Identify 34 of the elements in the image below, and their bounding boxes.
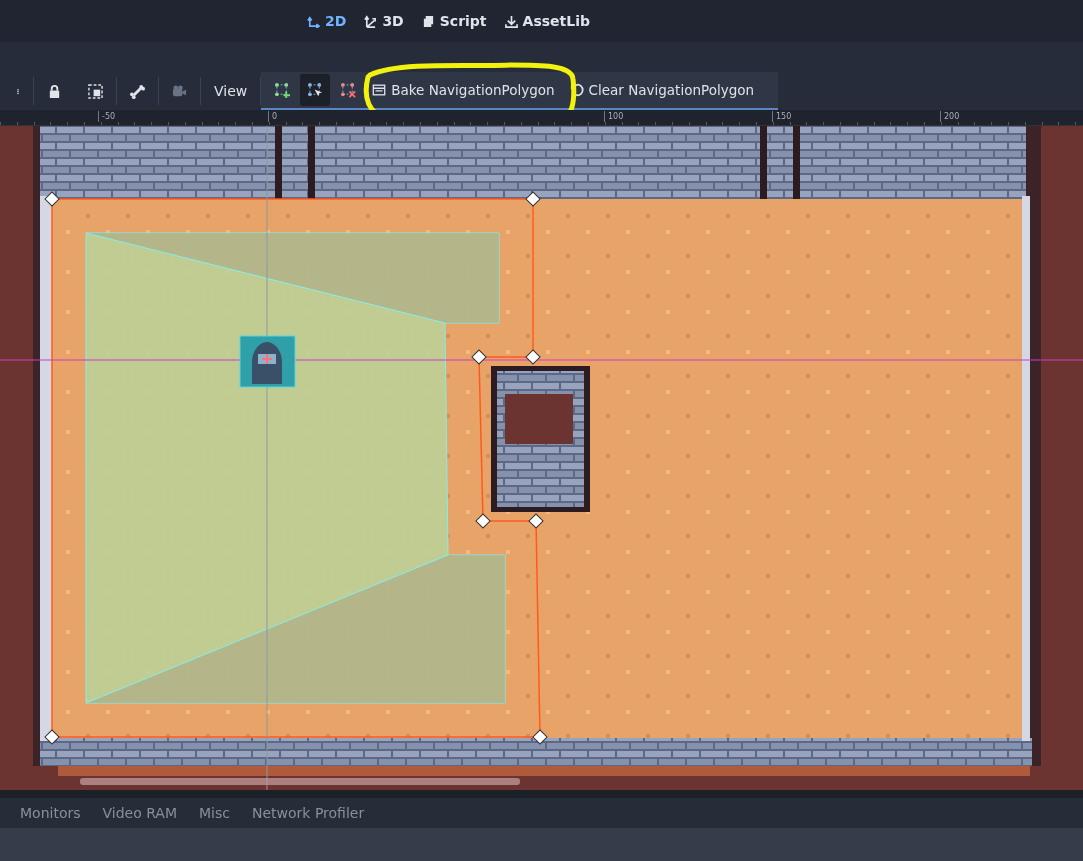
workspace-tab[interactable]: 2D [300,9,354,33]
character-sprite [239,335,296,388]
edit-point-button[interactable] [300,74,331,106]
bottom-panel-tab[interactable]: Misc [199,805,230,821]
download-icon [504,14,518,28]
ruler-label: 200 [940,111,960,122]
ruler-label: 150 [772,111,792,122]
select-point-icon [307,82,323,98]
lock-icon[interactable] [47,83,62,99]
delete-point-icon [340,82,356,98]
vertex-handle[interactable] [44,191,60,207]
bottom-panel-tab[interactable]: Video RAM [102,805,177,821]
clear-navigation-polygon-button[interactable]: Clear NavigationPolygon [563,82,761,98]
axis-arrows-icon [307,14,320,28]
vertex-handle[interactable] [471,349,487,365]
bottom-panel-tab[interactable]: Monitors [20,805,81,821]
bone-icon[interactable] [130,83,145,99]
ruler-label: 0 [268,111,278,122]
scrollbar-thumb[interactable] [80,778,520,785]
workspace-tab[interactable]: 3D [357,9,411,33]
vertex-handle[interactable] [475,513,491,529]
workspace-tab[interactable]: AssetLib [497,9,597,33]
ruler-label: -50 [98,111,116,122]
vertex-handle[interactable] [44,729,60,745]
bottom-panel-tab[interactable]: Network Profiler [252,805,365,821]
workspace-tab[interactable]: Script [414,9,494,33]
view-menu-button[interactable]: View [201,83,261,99]
group-icon[interactable] [88,83,103,99]
camera-icon[interactable] [172,83,187,99]
ruler-label: 100 [604,111,624,122]
add-point-icon [274,82,290,98]
vertex-handle[interactable] [525,191,541,207]
axis-arrows-icon [364,14,378,28]
vertex-handle[interactable] [532,729,548,745]
